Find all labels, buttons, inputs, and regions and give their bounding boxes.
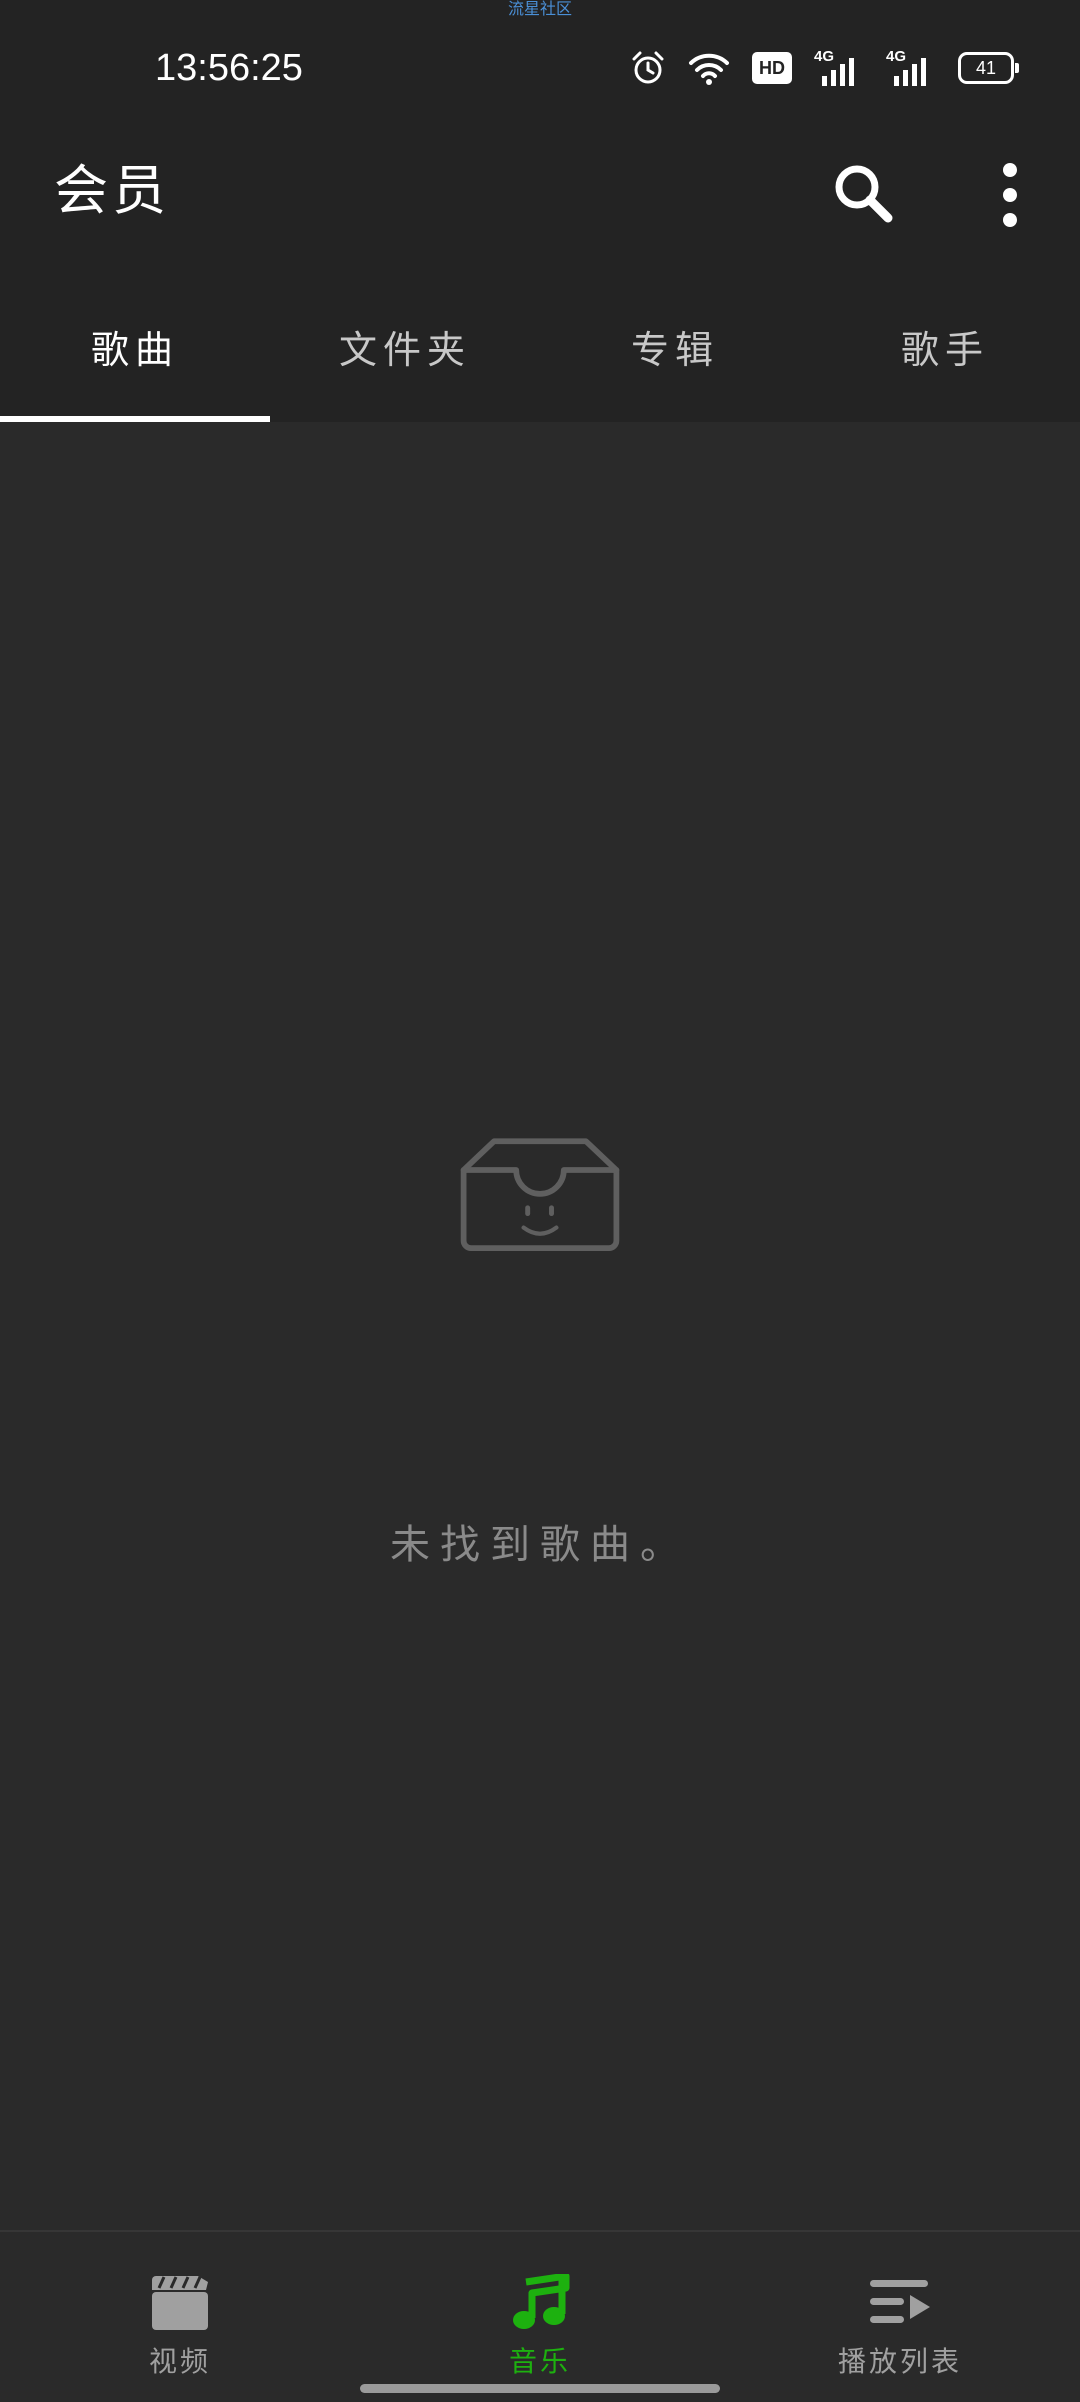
cellular-4g-icon: 4G (814, 48, 864, 86)
bottom-navigation: 视频 音乐 播放列表 (0, 2230, 1080, 2402)
tab-folders[interactable]: 文件夹 (270, 270, 540, 422)
music-note-icon (513, 2274, 570, 2329)
hd-label: HD (759, 57, 785, 78)
tab-songs[interactable]: 歌曲 (0, 270, 270, 422)
nav-label-music: 音乐 (508, 2345, 571, 2378)
tab-albums[interactable]: 专辑 (540, 270, 810, 422)
tab-artists[interactable]: 歌手 (810, 270, 1080, 422)
search-button[interactable] (830, 160, 896, 226)
nav-item-playlist[interactable]: 播放列表 (720, 2232, 1080, 2402)
hd-icon: HD (752, 52, 792, 84)
wifi-icon (689, 53, 729, 85)
more-vertical-icon (1003, 163, 1017, 227)
battery-level: 41 (975, 57, 997, 78)
empty-box-smile-icon (460, 1138, 620, 1251)
nav-label-video: 视频 (148, 2345, 211, 2378)
playlist-play-icon (870, 2280, 930, 2323)
home-indicator[interactable] (360, 2384, 720, 2393)
status-time: 13:56:25 (155, 47, 303, 89)
empty-state-message: 未找到歌曲。 (390, 1522, 690, 1568)
status-icons: HD 4G 4G 41 (608, 48, 1019, 88)
search-icon (835, 165, 893, 223)
nav-item-music[interactable]: 音乐 (360, 2232, 720, 2402)
more-options-button[interactable] (980, 160, 1040, 230)
battery-icon: 41 (958, 52, 1019, 84)
status-community-label: 流星社区 (507, 0, 572, 18)
nav-label-playlist: 播放列表 (837, 2345, 962, 2378)
page-title: 会员 (54, 159, 170, 222)
cellular-4g-icon: 4G (886, 48, 936, 86)
nav-item-video[interactable]: 视频 (0, 2232, 360, 2402)
alarm-icon (632, 51, 664, 84)
tab-bar: 歌曲 文件夹 专辑 歌手 (0, 270, 1080, 422)
clapperboard-icon (152, 2276, 208, 2330)
status-bar: 流星社区 13:56:25 HD 4G 4G 41 (0, 0, 1080, 120)
song-list-area: 未找到歌曲。 (0, 422, 1080, 2230)
app-bar: 会员 (0, 120, 1080, 270)
